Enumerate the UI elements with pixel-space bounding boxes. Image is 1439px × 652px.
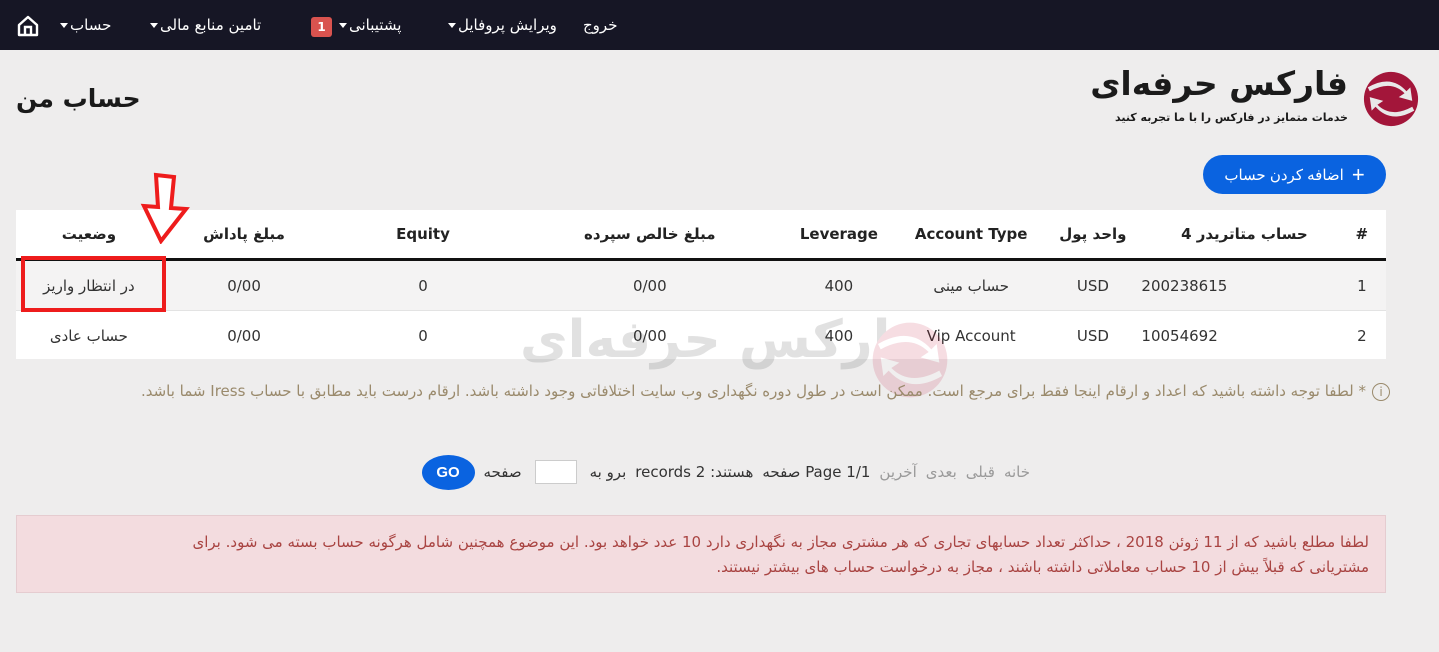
cell-net-deposit: 0/00 bbox=[519, 259, 780, 311]
top-navbar: حساب تامین منابع مالی 1 پشتیبانی ویرایش … bbox=[0, 0, 1439, 50]
nav-funding-label: تامین منابع مالی bbox=[160, 16, 262, 34]
cell-bonus: 0/00 bbox=[161, 259, 327, 311]
alert-line-2: مشتریانی که قبلاً بیش از 10 حساب معاملات… bbox=[716, 558, 1369, 576]
cell-index: 2 bbox=[1337, 310, 1386, 360]
add-account-button[interactable]: + اضافه کردن حساب bbox=[1203, 155, 1386, 194]
brand-logo[interactable]: فارکس حرفه‌ای خدمات متمایز در فارکس را ب… bbox=[1090, 64, 1420, 132]
cell-bonus: 0/00 bbox=[161, 310, 327, 360]
cell-status: در انتظار واریز bbox=[16, 259, 162, 311]
plus-icon: + bbox=[1351, 161, 1365, 187]
table-header-row: # حساب متاتریدر 4 واحد پول Account Type … bbox=[16, 210, 1386, 261]
chevron-down-icon bbox=[150, 23, 158, 28]
table-row[interactable]: 2 10054692 USD Vip Account 400 0/00 0 0/… bbox=[16, 310, 1386, 360]
cell-mt4-account: 200238615 bbox=[1141, 259, 1338, 311]
goto-page-input[interactable] bbox=[534, 460, 577, 484]
info-icon: i bbox=[1372, 382, 1390, 401]
nav-edit-profile-label: ویرایش پروفایل bbox=[458, 16, 557, 34]
alert-line-1: لطفا مطلع باشید که از 11 ژوئن 2018 ، حدا… bbox=[192, 533, 1370, 551]
cell-net-deposit: 0/00 bbox=[519, 310, 780, 360]
pagination-prev-link[interactable]: قبلی bbox=[966, 463, 995, 481]
cell-mt4-account: 10054692 bbox=[1141, 310, 1338, 360]
cell-leverage: 400 bbox=[779, 310, 898, 360]
nav-edit-profile-menu[interactable]: ویرایش پروفایل bbox=[448, 0, 557, 50]
cell-currency: USD bbox=[1044, 310, 1142, 360]
cell-currency: USD bbox=[1044, 259, 1142, 311]
logo-mark-icon bbox=[1363, 71, 1419, 127]
account-limit-alert: لطفا مطلع باشید که از 11 ژوئن 2018 ، حدا… bbox=[16, 515, 1386, 593]
cell-equity: 0 bbox=[326, 310, 520, 360]
pagination-next-link[interactable]: بعدی bbox=[926, 463, 957, 481]
pagination-page-label: صفحه bbox=[483, 463, 522, 481]
nav-funding-menu[interactable]: تامین منابع مالی bbox=[150, 0, 261, 50]
accounts-table: # حساب متاتریدر 4 واحد پول Account Type … bbox=[16, 210, 1386, 360]
pagination-page-info: Page 1/1 صفحه bbox=[762, 463, 871, 481]
cell-equity: 0 bbox=[326, 259, 520, 311]
col-header-account-type: Account Type bbox=[897, 210, 1045, 261]
col-header-status: وضعیت bbox=[16, 210, 162, 261]
pagination-home-link[interactable]: خانه bbox=[1004, 463, 1030, 481]
nav-logout-link[interactable]: خروج bbox=[583, 0, 617, 50]
cell-index: 1 bbox=[1337, 259, 1386, 311]
col-header-leverage: Leverage bbox=[779, 210, 898, 261]
nav-support-label: پشتیبانی bbox=[349, 16, 402, 34]
chevron-down-icon bbox=[448, 23, 456, 28]
cell-status: حساب عادی bbox=[16, 310, 162, 360]
col-header-net-deposit: مبلغ خالص سپرده bbox=[519, 210, 780, 261]
nav-logout-label: خروج bbox=[583, 16, 618, 34]
nav-account-menu[interactable]: حساب bbox=[60, 0, 111, 50]
chevron-down-icon bbox=[60, 23, 68, 28]
pagination-records-count: هستند: records 2 bbox=[635, 463, 754, 481]
pagination: خانه قبلی بعدی آخرین Page 1/1 صفحه هستند… bbox=[421, 454, 1030, 490]
table-row[interactable]: 1 200238615 USD حساب مینی 400 0/00 0 0/0… bbox=[16, 259, 1386, 311]
col-header-equity: Equity bbox=[326, 210, 520, 261]
home-icon[interactable] bbox=[16, 14, 40, 38]
pagination-goto-label: برو به bbox=[589, 463, 627, 481]
pagination-last-link[interactable]: آخرین bbox=[879, 463, 916, 481]
cell-account-type: Vip Account bbox=[897, 310, 1045, 360]
col-header-currency: واحد پول bbox=[1044, 210, 1142, 261]
cell-account-type: حساب مینی bbox=[897, 259, 1045, 311]
logo-title: فارکس حرفه‌ای bbox=[1090, 64, 1349, 103]
reference-note-text: * لطفا توجه داشته باشید که اعداد و ارقام… bbox=[140, 382, 1366, 400]
reference-note: i * لطفا توجه داشته باشید که اعداد و ارقا… bbox=[20, 380, 1390, 402]
cell-leverage: 400 bbox=[779, 259, 898, 311]
add-account-label: اضافه کردن حساب bbox=[1224, 166, 1344, 184]
nav-support-menu[interactable]: پشتیبانی bbox=[339, 0, 401, 50]
col-header-bonus: مبلغ پاداش bbox=[161, 210, 327, 261]
page-title: حساب من bbox=[16, 84, 141, 113]
chevron-down-icon bbox=[339, 23, 347, 28]
notification-badge: 1 bbox=[311, 17, 332, 37]
col-header-mt4-account: حساب متاتریدر 4 bbox=[1141, 210, 1338, 261]
col-header-index: # bbox=[1337, 210, 1386, 261]
logo-subtitle: خدمات متمایز در فارکس را با ما تجربه کنی… bbox=[1114, 111, 1348, 124]
nav-account-label: حساب bbox=[70, 16, 112, 34]
go-button[interactable]: GO bbox=[421, 454, 475, 490]
